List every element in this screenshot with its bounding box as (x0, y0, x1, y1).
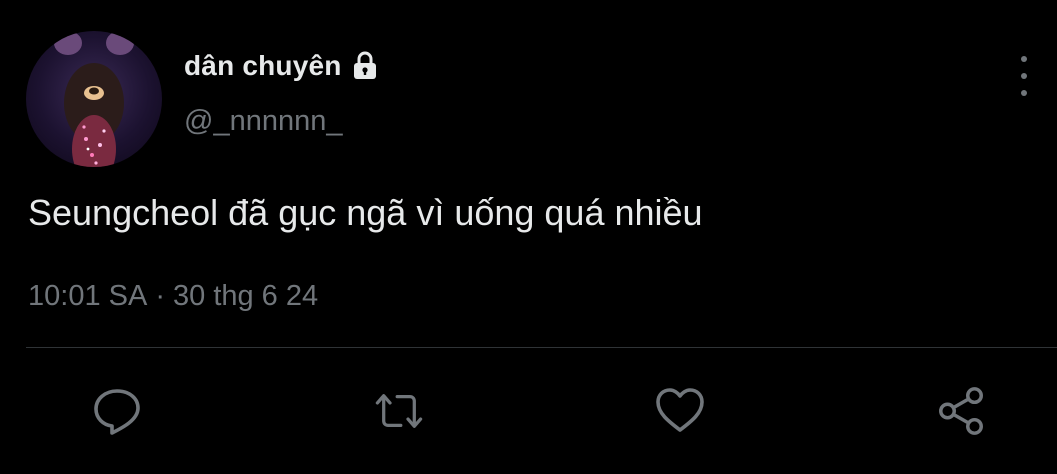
more-dot (1021, 73, 1027, 79)
tweet-meta: 10:01 SA · 30 thg 6 24 (28, 280, 318, 313)
retweet-button[interactable] (372, 384, 426, 438)
lock-icon (348, 49, 382, 83)
more-vertical-icon[interactable] (1008, 56, 1040, 96)
avatar[interactable] (26, 31, 162, 167)
tweet-date[interactable]: 30 thg 6 24 (173, 280, 318, 312)
tweet-text: Seungcheol đã gục ngã vì uống quá nhiều (28, 192, 703, 233)
more-dot (1021, 90, 1027, 96)
retweet-icon (375, 394, 423, 428)
like-button[interactable] (653, 384, 707, 438)
heart-icon (656, 388, 704, 432)
reply-icon (94, 389, 140, 435)
divider (26, 347, 1057, 348)
author-handle[interactable]: @_nnnnnn_ (184, 105, 342, 138)
author-name-row[interactable]: dân chuyên (184, 46, 382, 86)
share-icon (939, 387, 983, 435)
more-dot (1021, 56, 1027, 62)
display-name[interactable]: dân chuyên (184, 50, 342, 82)
avatar-photo-icon (54, 31, 134, 167)
tweet-container: dân chuyên @_nnnnnn_ Seungcheol đã gục n… (0, 0, 1057, 474)
tweet-time[interactable]: 10:01 SA (28, 280, 147, 312)
share-button[interactable] (934, 384, 988, 438)
meta-separator: · (155, 280, 165, 312)
reply-button[interactable] (90, 384, 144, 438)
